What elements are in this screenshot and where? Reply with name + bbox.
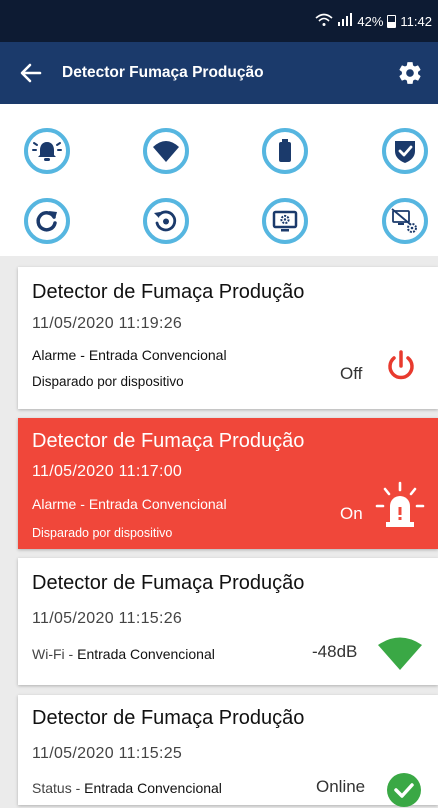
monitor-settings-icon: [272, 210, 298, 232]
check-circle-icon: [387, 773, 421, 807]
device-name: Detector de Fumaça Produção: [32, 430, 305, 452]
event-value: -48dB: [312, 642, 358, 661]
back-button[interactable]: [0, 42, 62, 104]
history-icon: [154, 210, 177, 232]
shield-check-icon: [395, 141, 415, 163]
event-card[interactable]: Detector de Fumaça Produção 11/05/2020 1…: [18, 695, 438, 807]
wifi-question-icon: [315, 13, 333, 30]
action-icon-bar: [0, 104, 438, 256]
event-timestamp: 11/05/2020 11:15:25: [32, 745, 183, 762]
battery-icon: [279, 139, 291, 162]
event-detail: Disparado por dispositivo: [32, 526, 173, 540]
wifi-icon: [153, 141, 179, 162]
event-timestamp: 11/05/2020 11:15:26: [32, 610, 183, 627]
gear-icon: [399, 62, 421, 84]
monitor-settings-button[interactable]: [262, 198, 308, 244]
monitor-off-settings-button[interactable]: [382, 198, 428, 244]
event-card[interactable]: Detector de Fumaça Produção 11/05/2020 1…: [18, 558, 438, 685]
siren-icon: [375, 481, 425, 527]
app-bar: Detector Fumaça Produção: [0, 42, 438, 104]
power-icon: [388, 350, 414, 380]
signal-bars-icon: [337, 13, 353, 29]
event-card-alarm-active[interactable]: Detector de Fumaça Produção 11/05/2020 1…: [18, 418, 438, 549]
refresh-icon: [36, 211, 57, 232]
device-name: Detector de Fumaça Produção: [32, 281, 305, 303]
arrow-left-icon: [20, 63, 42, 83]
status-bar: 42% 11:42: [0, 0, 438, 42]
device-name: Detector de Fumaça Produção: [32, 707, 305, 729]
alarm-button[interactable]: [24, 128, 70, 174]
wifi-button[interactable]: [143, 128, 189, 174]
alarm-icon: [32, 142, 62, 161]
event-description: Alarme - Entrada Convencional: [32, 347, 227, 363]
event-description: Alarme - Entrada Convencional: [32, 496, 227, 512]
device-name: Detector de Fumaça Produção: [32, 572, 305, 594]
event-description: Status - Entrada Convencional: [32, 780, 222, 796]
shield-button[interactable]: [382, 128, 428, 174]
battery-button[interactable]: [262, 128, 308, 174]
refresh-button[interactable]: [24, 198, 70, 244]
clock: 11:42: [400, 13, 432, 29]
event-value: Online: [316, 777, 366, 796]
page-title: Detector Fumaça Produção: [62, 64, 264, 81]
event-value: Off: [340, 364, 363, 383]
monitor-off-settings-icon: [391, 208, 417, 233]
event-description: Wi-Fi - Entrada Convencional: [32, 646, 215, 662]
battery-percent: 42%: [357, 13, 384, 29]
event-card[interactable]: Detector de Fumaça Produção 11/05/2020 1…: [18, 267, 438, 409]
event-timestamp: 11/05/2020 11:17:00: [32, 463, 183, 480]
settings-button[interactable]: [382, 42, 438, 104]
battery-status-icon: [387, 14, 397, 28]
wifi-signal-icon: [378, 637, 422, 670]
event-detail: Disparado por dispositivo: [32, 374, 184, 389]
event-value: On: [340, 504, 363, 523]
history-button[interactable]: [143, 198, 189, 244]
event-timestamp: 11/05/2020 11:19:26: [32, 315, 183, 332]
